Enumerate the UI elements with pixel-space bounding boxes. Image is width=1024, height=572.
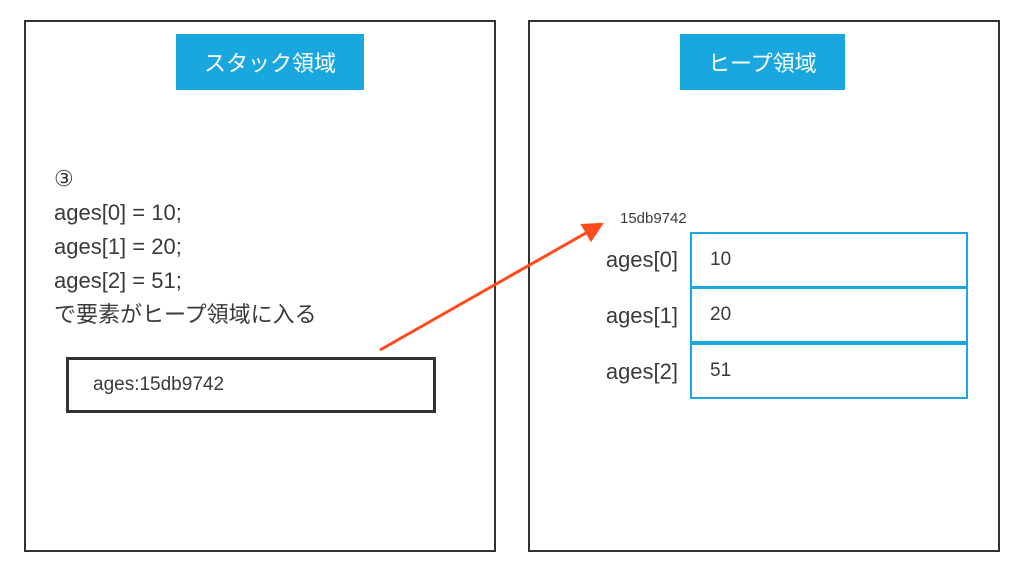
heap-row-label: ages[0] <box>585 247 690 273</box>
heap-panel: ヒープ領域 15db9742 ages[0] 10 ages[1] 20 age… <box>528 20 1000 552</box>
stack-variable-box: ages:15db9742 <box>66 357 436 413</box>
stack-code-block: ③ ages[0] = 10; ages[1] = 20; ages[2] = … <box>54 162 317 332</box>
stack-title-text: スタック領域 <box>204 51 336 76</box>
heap-title-text: ヒープ領域 <box>708 51 817 76</box>
heap-cell: 20 <box>690 287 968 343</box>
heap-row-label: ages[2] <box>585 359 690 385</box>
stack-panel: スタック領域 ③ ages[0] = 10; ages[1] = 20; age… <box>24 20 496 552</box>
heap-row: ages[2] 51 <box>585 344 968 400</box>
heap-cell-value: 20 <box>710 304 731 326</box>
code-line: で要素がヒープ領域に入る <box>54 298 317 332</box>
heap-title-badge: ヒープ領域 <box>680 34 845 90</box>
stack-variable-text: ages:15db9742 <box>93 374 224 396</box>
heap-cell: 10 <box>690 232 968 288</box>
heap-row-label: ages[1] <box>585 303 690 329</box>
heap-table: ages[0] 10 ages[1] 20 ages[2] 51 <box>585 232 968 400</box>
heap-cell-value: 10 <box>710 249 731 271</box>
code-line: ages[2] = 51; <box>54 264 317 298</box>
step-marker: ③ <box>54 162 317 196</box>
heap-row: ages[0] 10 <box>585 232 968 288</box>
heap-cell: 51 <box>690 343 968 399</box>
heap-address-label: 15db9742 <box>620 210 687 227</box>
code-line: ages[0] = 10; <box>54 196 317 230</box>
heap-row: ages[1] 20 <box>585 288 968 344</box>
code-line: ages[1] = 20; <box>54 230 317 264</box>
stack-title-badge: スタック領域 <box>176 34 364 90</box>
heap-cell-value: 51 <box>710 360 731 382</box>
